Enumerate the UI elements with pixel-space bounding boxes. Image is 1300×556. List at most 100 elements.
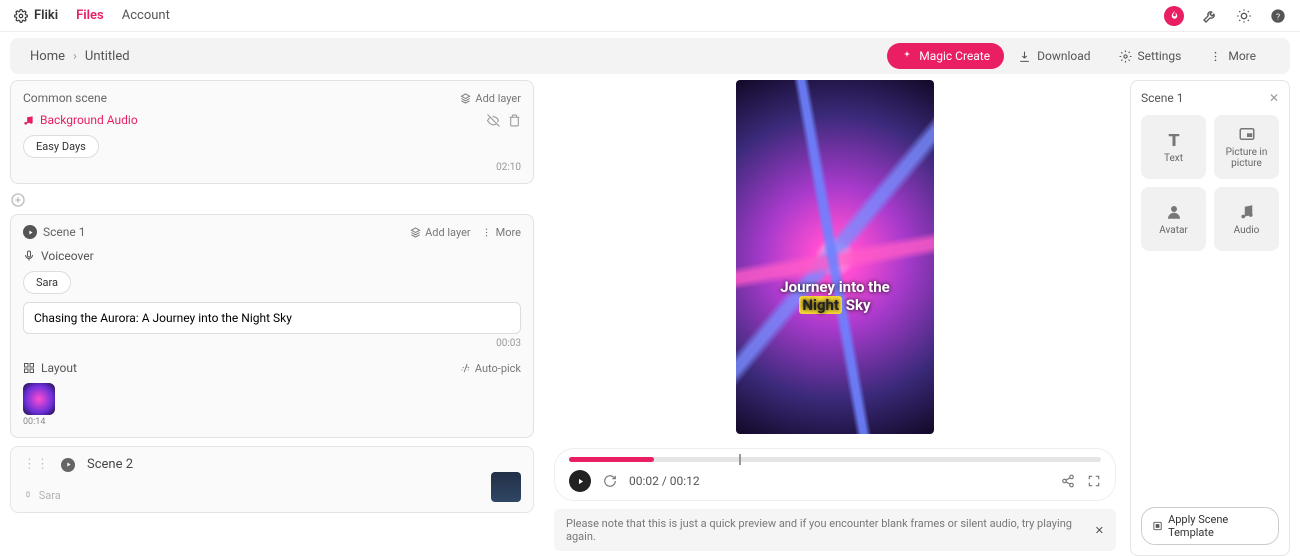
layout-icon [23,362,35,374]
scene-panel-title: Scene 1 [1141,91,1183,105]
nav-account[interactable]: Account [122,8,170,23]
scene-1-title: Scene 1 [43,225,85,239]
clip-duration: 00:14 [23,417,521,427]
breadcrumb-title[interactable]: Untitled [85,49,130,64]
mic-icon [23,491,33,501]
scene-panel: Scene 1 ✕ Text Picture in picture Avatar [1130,80,1290,556]
play-icon [27,229,34,236]
voice-chip[interactable]: Sara [23,271,71,294]
breadcrumb-home[interactable]: Home [30,49,65,64]
close-note-button[interactable]: ✕ [1095,524,1104,537]
fullscreen-icon[interactable] [1087,474,1101,488]
tile-pip[interactable]: Picture in picture [1214,115,1279,179]
trash-icon[interactable] [508,114,521,127]
apply-template-button[interactable]: Apply Scene Template [1141,507,1279,545]
scene-add-layer-label: Add layer [425,226,471,239]
preview-note-text: Please note that this is just a quick pr… [566,517,1083,543]
close-panel-button[interactable]: ✕ [1269,91,1279,105]
settings-button[interactable]: Settings [1105,43,1196,69]
tools-icon[interactable] [1202,8,1218,24]
brand[interactable]: Fliki [14,8,58,23]
magic-create-label: Magic Create [919,49,990,63]
scene-2-thumbnail[interactable] [491,472,521,502]
right-column: Scene 1 ✕ Text Picture in picture Avatar [1130,80,1290,556]
common-scene-card: Common scene Add layer Background Audio … [10,80,534,184]
streak-badge[interactable] [1164,6,1184,26]
pip-icon [1238,125,1256,143]
play-icon [65,461,72,468]
autopick-label: Auto-pick [475,362,521,375]
settings-label: Settings [1138,49,1182,63]
visibility-off-icon[interactable] [487,114,500,127]
share-icon[interactable] [1061,474,1075,488]
tile-avatar[interactable]: Avatar [1141,187,1206,251]
seek-bar[interactable] [569,457,1101,462]
brand-label: Fliki [34,8,58,23]
help-icon[interactable]: ? [1270,8,1286,24]
apply-template-label: Apply Scene Template [1168,513,1268,539]
scene-2-card: ⋮⋮ Scene 2 Sara [10,446,534,513]
voiceover-label: Voiceover [41,249,94,263]
background-audio-label: Background Audio [40,113,138,127]
scene-add-layer-button[interactable]: Add layer [410,226,471,239]
layout-label: Layout [41,361,77,375]
more-button[interactable]: More [1195,43,1270,69]
replay-icon[interactable] [603,474,617,488]
play-icon [576,477,585,486]
layers-icon [410,227,421,238]
preview-caption: Journey into the Night Sky [736,278,934,314]
sub-bar: Home › Untitled Magic Create Download Se… [10,38,1290,74]
preview-note: Please note that this is just a quick pr… [554,509,1116,551]
download-icon [1018,50,1031,63]
play-scene-2-button[interactable] [61,458,75,472]
gear-icon [14,9,28,23]
gear-icon [1119,50,1132,63]
center-column: Journey into the Night Sky 00:02 / 00:12… [540,80,1130,556]
drag-handle-icon[interactable]: ⋮⋮ [23,457,49,472]
player-time: 00:02 / 00:12 [629,474,700,488]
audio-track-chip[interactable]: Easy Days [23,135,99,158]
seek-progress [569,457,654,462]
theme-icon[interactable] [1236,8,1252,24]
music-icon [23,115,34,126]
tile-avatar-label: Avatar [1159,225,1188,236]
add-layer-label: Add layer [475,92,521,105]
tile-pip-label: Picture in picture [1214,147,1279,169]
more-vertical-icon [481,227,492,238]
seek-marker [739,454,741,465]
more-label: More [1228,49,1256,63]
scene-more-button[interactable]: More [481,226,521,239]
nav-files[interactable]: Files [76,8,104,23]
autopick-button[interactable]: Auto-pick [460,362,521,375]
tile-audio-label: Audio [1234,225,1260,236]
scene-2-title: Scene 2 [87,457,133,472]
avatar-icon [1165,203,1183,221]
chevron-right-icon: › [73,49,77,64]
common-scene-title: Common scene [23,91,107,105]
more-vertical-icon [1209,50,1222,63]
add-layer-button[interactable]: Add layer [460,92,521,105]
tile-text[interactable]: Text [1141,115,1206,179]
fire-icon [1169,10,1180,21]
play-scene-button[interactable] [23,225,37,239]
magic-create-button[interactable]: Magic Create [887,43,1004,69]
mic-icon [23,250,35,262]
tile-audio[interactable]: Audio [1214,187,1279,251]
background-audio-row[interactable]: Background Audio [23,113,521,127]
add-scene-button[interactable] [10,192,534,208]
common-duration: 02:10 [23,162,521,173]
download-button[interactable]: Download [1004,43,1104,69]
text-icon [1165,131,1183,149]
player: 00:02 / 00:12 [554,448,1116,501]
left-column: Common scene Add layer Background Audio … [10,80,540,556]
voiceover-row: Voiceover [23,249,521,263]
plus-circle-icon [10,192,26,208]
clip-thumbnail[interactable] [23,383,55,415]
play-button[interactable] [569,470,591,492]
scene-2-voice: Sara [23,489,61,502]
video-preview[interactable]: Journey into the Night Sky [736,80,934,434]
layers-icon [460,93,471,104]
script-duration: 00:03 [23,338,521,349]
script-input[interactable] [23,302,521,334]
sparkle-icon [901,50,913,62]
